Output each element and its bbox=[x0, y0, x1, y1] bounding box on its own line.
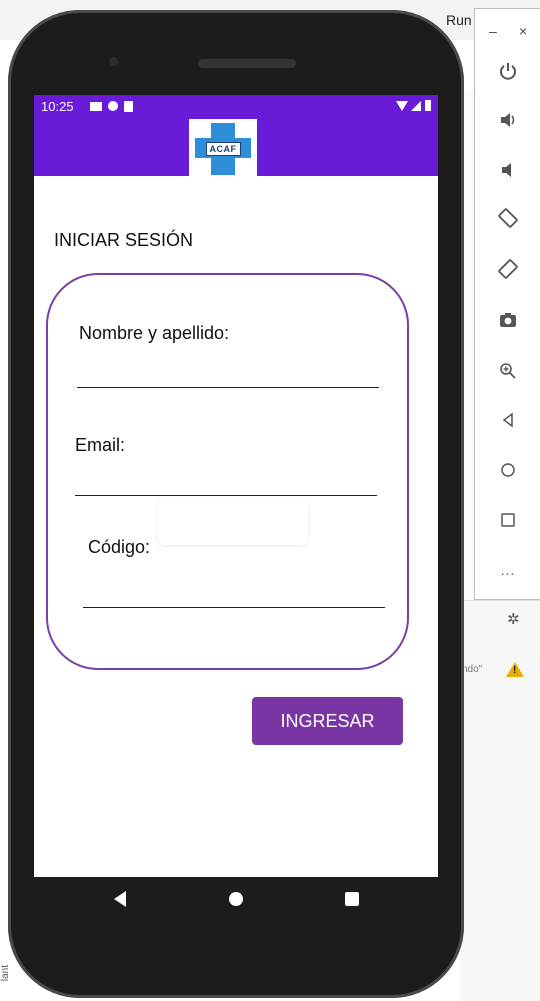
signal-icon bbox=[411, 101, 421, 111]
earpiece-speaker bbox=[198, 59, 296, 68]
overview-icon[interactable] bbox=[495, 507, 521, 533]
device-screen: 10:25 ACAF INICIAR SESIÓN Nombre y apell… bbox=[34, 95, 438, 877]
warning-icon[interactable]: ! bbox=[506, 662, 524, 677]
close-icon[interactable]: × bbox=[519, 23, 527, 39]
volume-down-icon[interactable] bbox=[495, 157, 521, 183]
sd-card-icon bbox=[124, 101, 133, 112]
ide-lower-panel bbox=[460, 600, 540, 1001]
faded-overlay bbox=[158, 500, 308, 545]
emulator-toolbar: – × ... bbox=[474, 8, 540, 600]
zoom-icon[interactable] bbox=[495, 358, 521, 384]
minimize-icon[interactable]: – bbox=[489, 23, 497, 39]
back-icon[interactable] bbox=[495, 407, 521, 433]
ingresar-button[interactable]: INGRESAR bbox=[252, 697, 403, 745]
status-bar: 10:25 bbox=[34, 95, 438, 119]
logo-text: ACAF bbox=[205, 142, 241, 156]
ide-text-fragment: ndo" bbox=[462, 664, 483, 675]
sync-icon bbox=[108, 101, 118, 111]
rotate-right-icon[interactable] bbox=[495, 256, 521, 282]
more-icon[interactable]: ... bbox=[495, 557, 521, 583]
front-camera bbox=[109, 57, 118, 66]
name-field-input[interactable] bbox=[77, 387, 379, 388]
code-field-label: Código: bbox=[88, 537, 151, 557]
navigation-bar bbox=[34, 877, 438, 923]
volume-up-icon[interactable] bbox=[495, 107, 521, 133]
email-field-label: Email: bbox=[75, 435, 126, 455]
ide-left-tab[interactable]: lant bbox=[0, 965, 11, 981]
power-icon[interactable] bbox=[495, 58, 521, 84]
battery-icon bbox=[425, 100, 431, 111]
rotate-left-icon[interactable] bbox=[495, 205, 521, 231]
name-field-label: Nombre y apellido: bbox=[79, 323, 230, 343]
notification-icon bbox=[90, 102, 102, 111]
home-icon[interactable] bbox=[495, 457, 521, 483]
nav-recent-apps-icon[interactable] bbox=[345, 892, 359, 906]
status-time: 10:25 bbox=[41, 99, 74, 114]
acaf-logo: ACAF bbox=[189, 119, 257, 179]
page-title: INICIAR SESIÓN bbox=[54, 230, 194, 250]
code-field-input[interactable] bbox=[83, 607, 385, 608]
email-field-input[interactable] bbox=[75, 495, 377, 496]
nav-home-icon[interactable] bbox=[229, 892, 243, 906]
ide-run-menu[interactable]: Run bbox=[446, 12, 472, 28]
gear-icon[interactable]: ✲ bbox=[507, 610, 520, 628]
app-bar: ACAF bbox=[34, 119, 438, 179]
camera-icon[interactable] bbox=[495, 307, 521, 333]
nav-back-icon[interactable] bbox=[114, 891, 126, 907]
warning-symbol: ! bbox=[513, 665, 517, 676]
wifi-icon bbox=[396, 101, 408, 111]
